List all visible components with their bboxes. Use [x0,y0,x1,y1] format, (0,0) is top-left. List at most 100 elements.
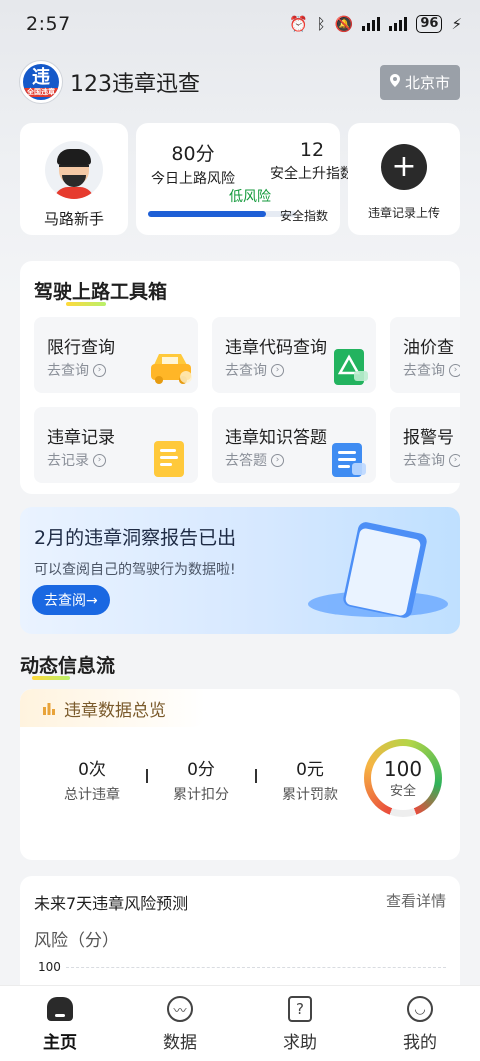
chart-icon: 〰 [167,996,193,1022]
safety-progress-bar [148,211,296,217]
status-bar: 2:57 ⏰ ᛒ 🔕 96 ⚡ [0,0,480,48]
arrow-circle-icon: › [271,453,284,467]
arrow-circle-icon: › [271,363,284,377]
view-report-button[interactable]: 去查阅→ [32,585,110,615]
safety-score-value: 12 [299,139,325,161]
tab-home[interactable]: 主页 [0,986,120,1061]
report-banner[interactable]: 2月的违章洞察报告已出 可以查阅自己的驾驶行为数据啦! 去查阅→ [20,507,460,634]
tool-title: 报警号 [403,428,454,448]
tool-emergency-number[interactable]: 报警号 去查询 › [390,407,460,483]
arrow-circle-icon: › [93,363,106,377]
tab-label: 主页 [43,1033,77,1053]
bottom-tab-bar: 主页 〰 数据 ? 求助 ◡ 我的 [0,985,480,1061]
status-icons: ⏰ ᛒ 🔕 96 ⚡ [289,15,462,33]
city-selector[interactable]: 北京市 [379,64,460,100]
profile-icon: ◡ [407,996,433,1022]
tab-help[interactable]: ? 求助 [240,986,360,1061]
tool-sub: 去查询 › [403,450,460,470]
avatar [45,141,103,199]
profile-card[interactable]: 马路新手 [20,123,128,235]
forecast-gridline [66,967,446,968]
tool-restriction-query[interactable]: 限行查询 去查询 › [34,317,198,393]
toolbox-title: 驾驶上路工具箱 [34,277,167,306]
charging-icon: ⚡ [451,15,462,33]
arrow-circle-icon: › [449,453,460,467]
score-card[interactable]: 80分 今日上路风险 12 安全上升指数 低风险 安全指数 [136,123,354,235]
bluetooth-icon: ᛒ [316,15,326,33]
tool-sub: 去记录 › [47,450,106,470]
stat-total-points: 0分 累计扣分 [151,755,251,804]
risk-level: 低风险 [229,189,271,205]
tool-sub: 去查询 › [47,360,106,380]
gauge-label: 安全 [389,783,416,799]
logo-char: 违 [32,66,50,88]
help-icon: ? [288,996,312,1022]
upload-label: 违章记录上传 [367,206,440,220]
mute-icon: 🔕 [334,15,354,33]
stat-label: 累计罚款 [282,787,338,803]
toolbox-section: 驾驶上路工具箱 限行查询 去查询 › 违章代码查询 去查询 › 油价查 去查询 › 违… [20,261,460,494]
city-label: 北京市 [404,73,450,92]
stat-label: 总计违章 [64,787,120,803]
tool-title: 违章知识答题 [225,428,327,448]
violation-overview-card[interactable]: 违章数据总览 0次 总计违章 0分 累计扣分 0元 累计罚款 100 安全 [20,689,460,860]
upload-record-button[interactable]: + 违章记录上传 [348,123,460,235]
tool-title: 限行查询 [47,338,115,358]
signal-icon [362,17,381,31]
quiz-doc-icon [332,443,366,477]
stat-value: 0元 [296,760,324,780]
app-logo: 违 全国违章 [20,61,62,103]
tool-fuel-price-query[interactable]: 油价查 去查询 › [390,317,460,393]
tab-data[interactable]: 〰 数据 [120,986,240,1061]
tool-title: 违章代码查询 [225,338,327,358]
tab-label: 求助 [283,1033,317,1053]
stat-value: 0次 [78,760,106,780]
tab-profile[interactable]: ◡ 我的 [360,986,480,1061]
forecast-tick-label: 100 [38,960,61,974]
tab-label: 我的 [403,1033,437,1053]
tool-violation-code-query[interactable]: 违章代码查询 去查询 › [212,317,376,393]
home-icon [47,997,73,1021]
logo-sub: 全国违章 [23,87,59,97]
safety-progress-fill [148,211,267,217]
overview-tag: 违章数据总览 [20,689,205,727]
app-header: 违 全国违章 123违章迅查 北京市 [20,61,460,103]
alarm-icon: ⏰ [288,15,308,33]
battery-icon: 96 [416,15,443,33]
tool-sub: 去查询 › [403,360,460,380]
app-title: 123违章迅查 [70,72,200,97]
code-book-icon [334,349,368,385]
tool-violation-record[interactable]: 违章记录 去记录 › [34,407,198,483]
risk-score-value: 80分 [171,143,215,165]
risk-score: 80分 今日上路风险 [148,139,238,188]
arrow-circle-icon: › [93,453,106,467]
stat-divider [255,769,257,783]
safety-index-label: 安全指数 [279,209,328,223]
title-underline [32,676,70,680]
tool-sub: 去答题 › [225,450,284,470]
forecast-title: 未来7天违章风险预测 [34,894,189,913]
status-time: 2:57 [26,13,71,35]
tool-violation-quiz[interactable]: 违章知识答题 去答题 › [212,407,376,483]
stat-label: 累计扣分 [173,787,229,803]
plus-icon: + [381,144,427,190]
stat-total-violations: 0次 总计违章 [42,755,142,804]
safety-gauge: 100 安全 [364,739,442,817]
gauge-value: 100 [383,756,423,781]
tool-title: 油价查 [403,338,454,358]
view-details-link[interactable]: 查看详情 [386,890,446,911]
tab-label: 数据 [163,1033,197,1053]
arrow-circle-icon: › [449,363,460,377]
safety-score-label: 安全上升指数 [270,166,354,182]
location-pin-icon [389,73,400,91]
stat-divider [146,769,148,783]
forecast-axis-unit: 风险（分） [34,931,119,951]
notepad-icon [154,441,184,477]
stat-total-fines: 0元 累计罚款 [260,755,360,804]
profile-name: 马路新手 [43,210,104,228]
car-icon [151,354,192,384]
banner-title: 2月的违章洞察报告已出 [34,527,237,549]
risk-score-label: 今日上路风险 [151,171,235,187]
stat-value: 0分 [187,760,215,780]
signal-icon-2 [389,17,408,31]
